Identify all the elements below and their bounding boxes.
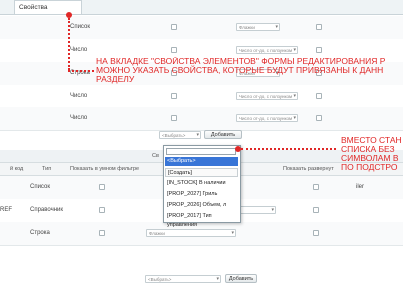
show-expanded-checkbox[interactable] <box>316 24 322 30</box>
show-expanded-checkbox[interactable] <box>313 207 319 213</box>
annotation-line: ПО ПОДСТРО <box>341 162 398 172</box>
dropdown-option[interactable]: [PROP_2026] Объем, л <box>165 201 238 210</box>
tab-element-properties[interactable]: Свойства элементов <box>14 0 82 25</box>
show-expanded-checkbox[interactable] <box>313 230 319 236</box>
smart-filter-checkbox[interactable] <box>171 24 177 30</box>
smart-filter-checkbox[interactable] <box>99 230 105 236</box>
show-expanded-checkbox[interactable] <box>316 93 322 99</box>
smart-filter-checkbox[interactable] <box>171 115 177 121</box>
row-extra-text: iler <box>356 184 365 190</box>
property-type: Список <box>70 24 90 30</box>
smart-filter-checkbox[interactable] <box>171 47 177 53</box>
tab-previous[interactable] <box>0 0 14 14</box>
show-expanded-checkbox[interactable] <box>316 47 322 53</box>
add-property-button[interactable]: Добавить <box>204 130 242 139</box>
annotation-leader-line <box>241 148 336 150</box>
dropdown-option[interactable]: [PROP_2027] Гриль <box>165 190 238 199</box>
table-row: Число Число от-до, с ползунком <box>0 85 403 109</box>
property-type: Строка <box>30 230 50 236</box>
annotation-line: РАЗДЕЛУ <box>96 74 135 84</box>
show-expanded-checkbox[interactable] <box>313 184 319 190</box>
column-header-show-expanded: Показать развернут <box>283 166 334 172</box>
smart-filter-checkbox[interactable] <box>99 207 105 213</box>
column-header-smart-filter: Показать в умном фильтре <box>70 166 140 172</box>
display-type-select[interactable]: Число от-до, с ползунком <box>236 114 298 122</box>
property-type: Число <box>70 93 88 99</box>
property-dropdown[interactable]: <Выбрать> [Создать] [IN_STOCK] В наличии [P… <box>163 145 241 228</box>
display-type-select[interactable]: Флажки <box>236 23 280 31</box>
property-type: Число <box>70 115 88 121</box>
add-property-select[interactable]: <Выбрать> <box>159 131 201 139</box>
display-type-select[interactable] <box>236 206 276 214</box>
dropdown-search-input[interactable] <box>166 148 236 155</box>
annotation-leader-line <box>68 70 94 72</box>
property-type: Справочник <box>30 207 63 213</box>
display-type-select[interactable]: Число от-до, с ползунком <box>236 92 298 100</box>
display-type-select[interactable]: Флажки <box>146 229 236 237</box>
display-type-select[interactable]: Число от-до, с ползунком <box>236 46 298 54</box>
annotation-line: МОЖНО УКАЗАТЬ СВОЙСТВА, КОТОРЫЕ БУДУТ ПР… <box>96 65 384 75</box>
dropdown-option[interactable]: [Создать] <box>165 168 238 177</box>
property-type: Число <box>70 47 88 53</box>
table-row: Список Флажки <box>0 16 403 40</box>
smart-filter-checkbox[interactable] <box>171 93 177 99</box>
smart-filter-checkbox[interactable] <box>99 184 105 190</box>
property-code: REF <box>0 207 12 213</box>
dropdown-option[interactable]: [PROP_2017] Тип управления <box>165 212 238 228</box>
table-row: Строка Флажки <box>0 222 403 246</box>
annotation-leader-line <box>68 18 70 70</box>
property-type: Список <box>30 184 50 190</box>
add-property-button-bottom[interactable]: Добавить <box>225 274 257 283</box>
column-header-code: й код <box>10 166 24 172</box>
column-header-type: Тип <box>42 166 52 172</box>
dropdown-option[interactable]: [IN_STOCK] В наличии <box>165 179 238 188</box>
table-row: Число Число от-до, с ползунком <box>0 107 403 131</box>
section-title: Св <box>152 153 159 159</box>
annotation-text-right: ВМЕСТО СТАН СПИСКА БЕЗ СИМВОЛАМ В ПО ПОД… <box>341 136 403 172</box>
add-property-select-bottom[interactable]: <Выбрать> <box>145 275 221 283</box>
annotation-text: НА ВКЛАДКЕ "СВОЙСТВА ЭЛЕМЕНТОВ" ФОРМЫ РЕ… <box>96 57 403 84</box>
show-expanded-checkbox[interactable] <box>316 115 322 121</box>
dropdown-option[interactable]: <Выбрать> <box>165 157 238 166</box>
